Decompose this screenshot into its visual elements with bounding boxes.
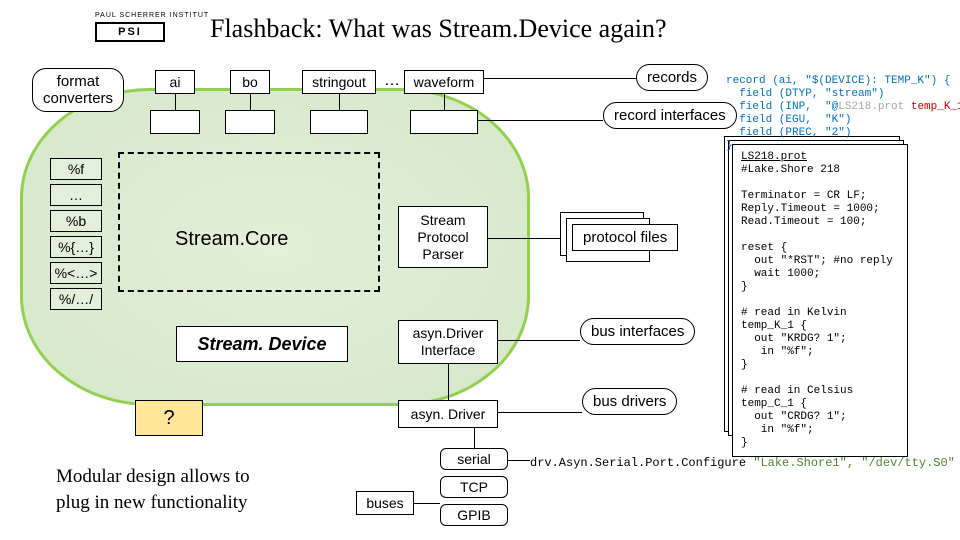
callout-bus-interfaces: bus interfaces xyxy=(580,318,695,345)
page-title: Flashback: What was Stream.Device again? xyxy=(210,14,667,44)
box-bo: bo xyxy=(230,70,270,94)
callout-records: records xyxy=(636,64,708,91)
dashed-stream-core xyxy=(118,152,380,292)
ri-stringout xyxy=(310,110,368,134)
logo-text: PAUL SCHERRER INSTITUT xyxy=(95,12,209,19)
box-asyn-driver-interface: asyn.Driver Interface xyxy=(398,320,498,364)
ri-ai xyxy=(150,110,200,134)
ri-bo xyxy=(225,110,275,134)
ellipsis-records: … xyxy=(384,72,400,90)
callout-bus-drivers: bus drivers xyxy=(582,388,677,415)
callout-record-interfaces: record interfaces xyxy=(603,102,737,129)
fmt-f: %f xyxy=(50,158,102,180)
fmt-slash: %/…/ xyxy=(50,288,102,310)
fmt-brace: %{…} xyxy=(50,236,102,258)
code-drv: drv.Asyn.Serial.Port.Configure "Lake.Sho… xyxy=(530,456,955,470)
box-stringout: stringout xyxy=(302,70,376,94)
logo-box: PSI xyxy=(95,22,165,42)
fmt-angle: %<…> xyxy=(50,262,102,284)
box-ai: ai xyxy=(155,70,195,94)
ri-waveform xyxy=(410,110,478,134)
code-protocol: LS218.prot #Lake.Shore 218 Terminator = … xyxy=(732,144,908,457)
fmt-b: %b xyxy=(50,210,102,232)
callout-format-converters: format converters xyxy=(32,68,124,112)
caption: Modular design allows to plug in new fun… xyxy=(56,464,250,516)
box-tcp: TCP xyxy=(440,476,508,498)
box-serial: serial xyxy=(440,448,508,470)
box-stream-protocol-parser: Stream Protocol Parser xyxy=(398,206,488,268)
fmt-dots: … xyxy=(50,184,102,206)
box-stream-device: Stream. Device xyxy=(176,326,348,362)
label-stream-core: Stream.Core xyxy=(175,228,288,251)
box-asyn-driver: asyn. Driver xyxy=(398,400,498,428)
callout-protocol-files: protocol files xyxy=(572,224,678,251)
box-waveform: waveform xyxy=(404,70,484,94)
box-question: ? xyxy=(135,400,203,436)
box-gpib: GPIB xyxy=(440,504,508,526)
box-buses: buses xyxy=(356,491,414,515)
